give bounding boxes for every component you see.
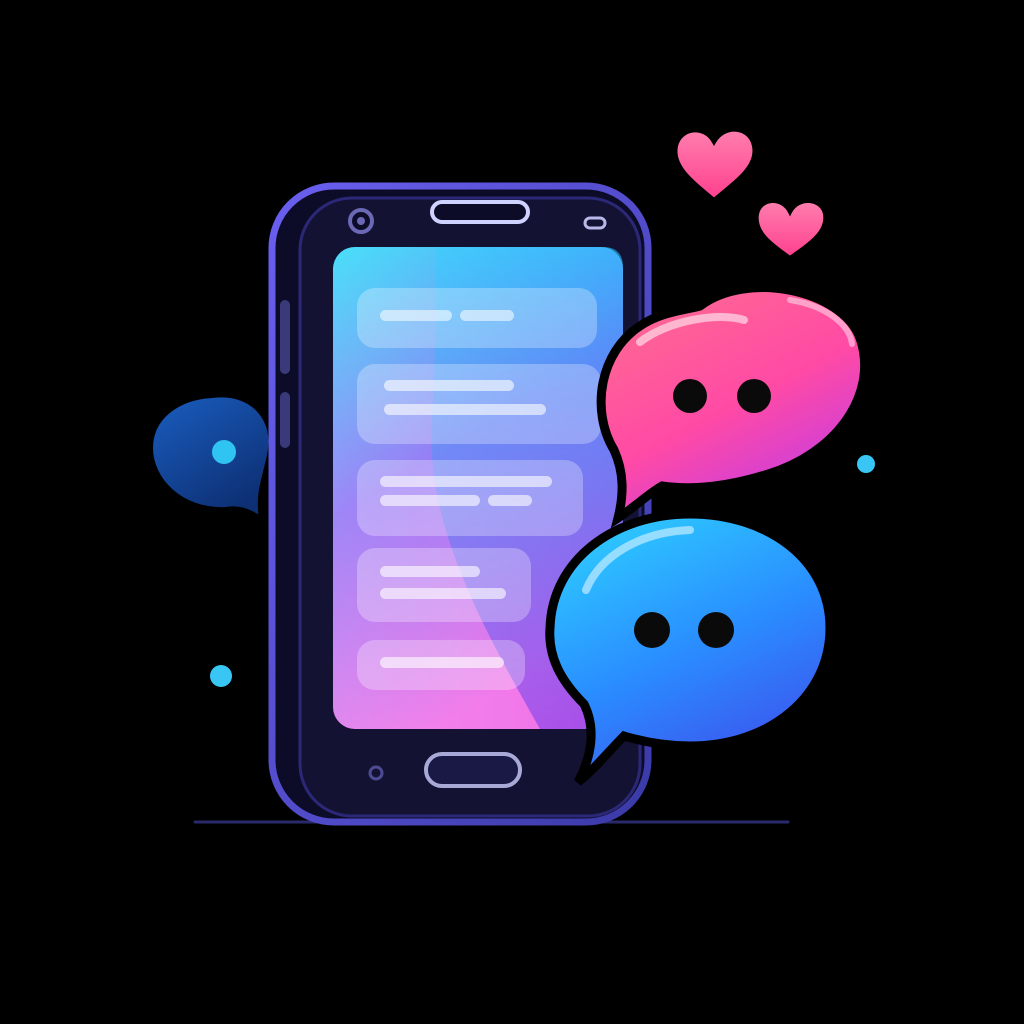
speaker-grille [430,200,530,224]
message-row [357,548,531,622]
blue-chat-bubble-icon [545,509,835,786]
home-button [424,752,522,788]
message-row [357,640,525,690]
message-row [357,288,597,348]
typing-dot [634,612,670,648]
small-chat-bubble-icon [146,391,275,526]
pink-chat-bubble-icon [596,283,869,529]
illustration-canvas [0,0,1024,1024]
typing-dot [698,612,734,648]
message-row [357,364,601,444]
heart-icon-small [754,199,828,261]
typing-dot [737,379,771,413]
messaging-illustration [146,127,875,826]
typing-dot [673,379,707,413]
heart-icon-large [673,127,757,203]
sparkle-dot [857,455,875,473]
message-row [357,460,583,536]
sparkle-dot [210,665,232,687]
